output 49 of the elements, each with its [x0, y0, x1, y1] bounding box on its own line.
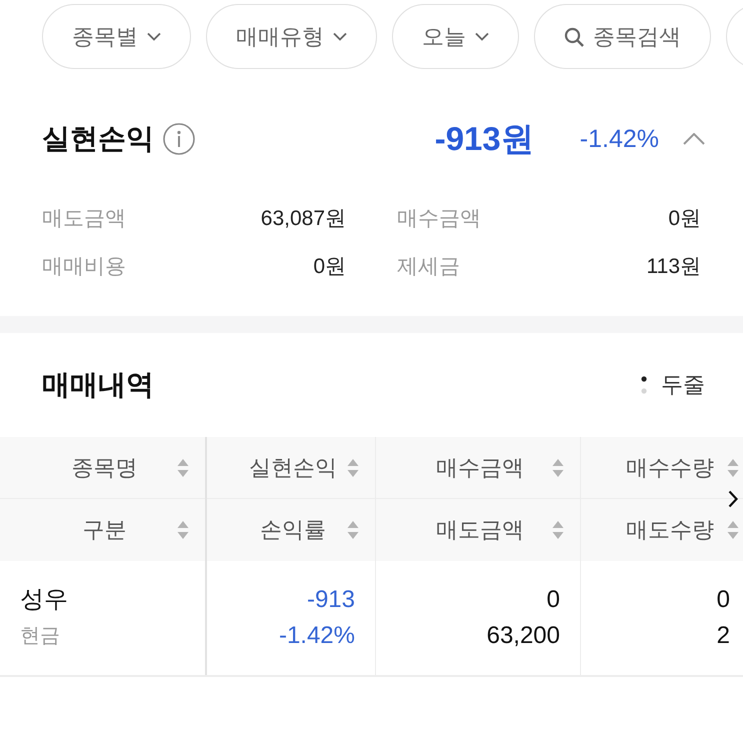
search-icon	[564, 26, 584, 46]
dots-icon	[641, 376, 647, 394]
column-header[interactable]: 매도수량	[581, 499, 743, 561]
detail-value: 0원	[313, 254, 346, 280]
detail-value: 63,087원	[260, 206, 346, 232]
detail-label: 제세금	[397, 254, 460, 280]
chevron-down-icon	[147, 32, 161, 41]
sort-icon	[347, 458, 359, 478]
column-header[interactable]: 매수수량	[581, 437, 743, 499]
filter-dropdown[interactable]: 종목별	[42, 4, 191, 69]
view-option-button[interactable]: 두줄	[641, 370, 705, 400]
column-header[interactable]: 구분	[0, 499, 205, 561]
realized-pnl-amount: -913원	[434, 118, 534, 158]
realized-pnl-rate: -1.42%	[580, 124, 659, 154]
column-header[interactable]: 종목명	[0, 437, 205, 499]
column-header[interactable]: 매수금액	[376, 437, 580, 499]
sort-icon	[727, 458, 739, 478]
detail-value: 113원	[646, 254, 701, 280]
stock-name: 성우	[20, 585, 68, 615]
detail-label: 매수금액	[397, 206, 481, 232]
chevron-up-icon[interactable]	[683, 133, 705, 145]
filter-dropdown[interactable]: 매매유형	[206, 4, 377, 69]
account-type: 현금	[20, 624, 60, 649]
chevron-down-icon	[333, 32, 347, 41]
filter-dropdown[interactable]: 오늘	[392, 4, 519, 69]
sort-icon	[177, 520, 189, 540]
detail-label: 매매비용	[42, 254, 126, 280]
profit-rate-value: -1.42%	[278, 621, 355, 651]
info-icon[interactable]	[163, 123, 195, 155]
cell-value: 0	[546, 585, 560, 615]
chevron-right-icon[interactable]	[728, 490, 738, 508]
sort-icon	[177, 458, 189, 478]
column-header[interactable]: 매도금액	[376, 499, 580, 561]
detail-value: 0원	[668, 206, 701, 232]
stock-search-button[interactable]: 종목검색	[534, 4, 711, 69]
profit-loss-value: -913	[306, 585, 355, 615]
cell-value: 0	[716, 585, 730, 615]
sort-icon	[347, 520, 359, 540]
sort-icon	[552, 520, 564, 540]
section-title: 실현손익	[42, 122, 154, 156]
detail-label: 매도금액	[42, 206, 126, 232]
sort-icon	[552, 458, 564, 478]
cell-value: 63,200	[486, 621, 560, 651]
column-header[interactable]: 실현손익	[207, 437, 375, 499]
chevron-down-icon	[475, 32, 489, 41]
column-header[interactable]: 손익률	[207, 499, 375, 561]
cell-value: 2	[716, 621, 730, 651]
section-title: 매매내역	[42, 368, 154, 402]
sort-icon	[727, 520, 739, 540]
